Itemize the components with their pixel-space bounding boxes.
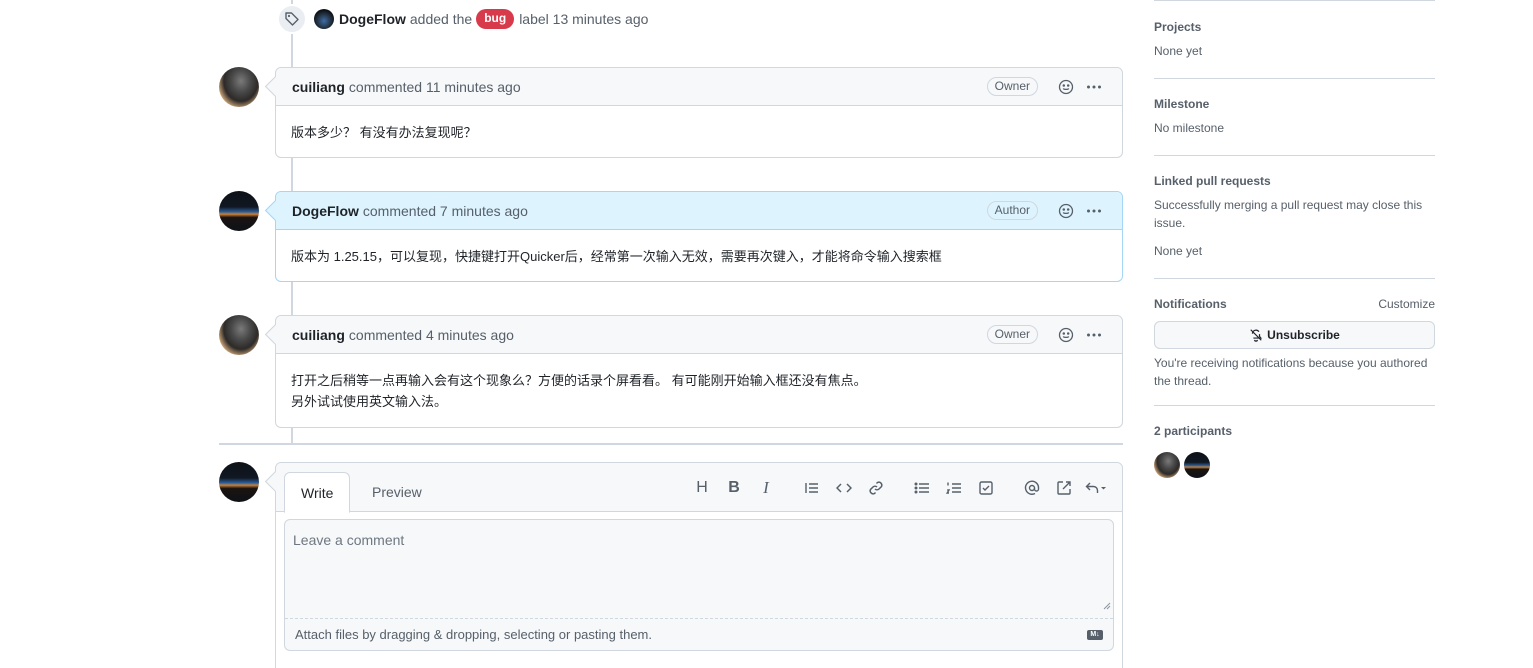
avatar-dogeflow[interactable] bbox=[219, 191, 259, 231]
avatar-cuiliang[interactable] bbox=[219, 315, 259, 355]
customize-link[interactable]: Customize bbox=[1378, 297, 1435, 311]
task-list-icon[interactable] bbox=[970, 476, 1002, 500]
sidebar-divider bbox=[1154, 405, 1435, 406]
quote-icon[interactable] bbox=[796, 476, 828, 500]
projects-title[interactable]: Projects bbox=[1154, 20, 1435, 34]
milestone-value: No milestone bbox=[1154, 121, 1225, 135]
linked-pr-description: Successfully merging a pull request may … bbox=[1154, 198, 1423, 230]
linked-pr-value: None yet bbox=[1154, 244, 1203, 258]
smiley-icon[interactable] bbox=[1054, 199, 1078, 223]
kebab-menu-icon[interactable] bbox=[1082, 323, 1106, 347]
textarea-divider bbox=[285, 618, 1113, 619]
comment-2: DogeFlow commented 7 minutes ago Author … bbox=[275, 191, 1123, 282]
markdown-toolbar: H B I bbox=[686, 476, 1112, 500]
editor-header: Write Preview H B I bbox=[276, 463, 1122, 513]
unsubscribe-label: Unsubscribe bbox=[1267, 328, 1340, 342]
avatar-cuiliang[interactable] bbox=[219, 67, 259, 107]
sidebar-divider bbox=[1154, 155, 1435, 156]
smiley-icon[interactable] bbox=[1054, 75, 1078, 99]
owner-badge: Owner bbox=[986, 325, 1038, 344]
event-post-text: label 13 minutes ago bbox=[519, 11, 649, 27]
comment-header: cuiliang commented 4 minutes ago Owner bbox=[276, 316, 1122, 354]
comment-paragraph: 打开之后稍等一点再输入会有这个现象么？方便的话录个屏看看。 有可能刚开始输入框还… bbox=[291, 373, 867, 388]
markdown-icon[interactable]: M↓ bbox=[1087, 630, 1103, 640]
unsubscribe-button[interactable]: Unsubscribe bbox=[1154, 321, 1435, 349]
comment-1: cuiliang commented 11 minutes ago Owner … bbox=[275, 67, 1123, 158]
heading-button[interactable]: H bbox=[686, 476, 718, 500]
milestone-section: Milestone No milestone bbox=[1154, 97, 1435, 137]
sidebar-divider bbox=[1154, 278, 1435, 279]
comment-timestamp[interactable]: commented 4 minutes ago bbox=[349, 327, 514, 343]
comment-paragraph: 版本为 1.25.15，可以复现，快捷键打开Quicker后，经常第一次输入无效… bbox=[291, 249, 942, 264]
sidebar-divider bbox=[1154, 78, 1435, 79]
mention-icon[interactable] bbox=[1016, 476, 1048, 500]
participants-section: 2 participants bbox=[1154, 424, 1435, 438]
event-author-link[interactable]: DogeFlow bbox=[339, 11, 406, 27]
comment-placeholder: Leave a comment bbox=[293, 532, 405, 548]
kebab-menu-icon[interactable] bbox=[1082, 199, 1106, 223]
author-badge: Author bbox=[986, 201, 1038, 220]
tab-write[interactable]: Write bbox=[284, 472, 351, 513]
resize-handle-icon[interactable] bbox=[1103, 602, 1111, 610]
comment-paragraph: 另外试试使用英文输入法。 bbox=[291, 394, 448, 409]
bug-label[interactable]: bug bbox=[476, 9, 515, 29]
comment-author[interactable]: cuiliang bbox=[292, 327, 345, 343]
linked-pr-title[interactable]: Linked pull requests bbox=[1154, 174, 1435, 188]
comment-body: 版本为 1.25.15，可以复现，快捷键打开Quicker后，经常第一次输入无效… bbox=[276, 230, 1122, 283]
participant-avatar-dogeflow[interactable] bbox=[1184, 452, 1210, 478]
tab-preview[interactable]: Preview bbox=[356, 472, 438, 512]
numbered-list-icon[interactable] bbox=[938, 476, 970, 500]
cross-reference-icon[interactable] bbox=[1048, 476, 1080, 500]
owner-badge: Owner bbox=[986, 77, 1038, 96]
tag-icon bbox=[277, 4, 307, 34]
projects-section: Projects None yet bbox=[1154, 20, 1435, 60]
comment-body: 版本多少？ 有没有办法复现呢？ bbox=[276, 106, 1122, 159]
event-pre-text: added the bbox=[409, 11, 473, 27]
current-user-avatar[interactable] bbox=[219, 462, 259, 502]
bell-slash-icon bbox=[1250, 329, 1263, 342]
comment-body: 打开之后稍等一点再输入会有这个现象么？方便的话录个屏看看。 有可能刚开始输入框还… bbox=[276, 354, 1122, 428]
participants-title: 2 participants bbox=[1154, 424, 1233, 438]
comment-timestamp[interactable]: commented 7 minutes ago bbox=[363, 203, 528, 219]
projects-value: None yet bbox=[1154, 44, 1203, 58]
sidebar-divider bbox=[1154, 0, 1435, 1]
notifications-description: You're receiving notifications because y… bbox=[1154, 356, 1428, 388]
milestone-title[interactable]: Milestone bbox=[1154, 97, 1435, 111]
participant-avatar-cuiliang[interactable] bbox=[1154, 452, 1180, 478]
notifications-section: Notifications Customize Unsubscribe You'… bbox=[1154, 297, 1435, 388]
comment-header: DogeFlow commented 7 minutes ago Author bbox=[276, 192, 1122, 230]
new-comment-editor: Write Preview H B I Leave a comment Atta… bbox=[275, 462, 1123, 668]
saved-replies-icon[interactable] bbox=[1080, 476, 1112, 500]
code-icon[interactable] bbox=[828, 476, 860, 500]
comment-paragraph: 版本多少？ 有没有办法复现呢？ bbox=[291, 125, 477, 140]
linked-pr-section: Linked pull requests Successfully mergin… bbox=[1154, 174, 1435, 260]
timeline-separator bbox=[219, 443, 1123, 445]
italic-button[interactable]: I bbox=[750, 476, 782, 500]
comment-author[interactable]: cuiliang bbox=[292, 79, 345, 95]
kebab-menu-icon[interactable] bbox=[1082, 75, 1106, 99]
event-author-avatar[interactable] bbox=[314, 9, 334, 29]
bold-button[interactable]: B bbox=[718, 476, 750, 500]
smiley-icon[interactable] bbox=[1054, 323, 1078, 347]
attach-files-hint[interactable]: Attach files by dragging & dropping, sel… bbox=[295, 627, 652, 642]
comment-timestamp[interactable]: commented 11 minutes ago bbox=[349, 79, 521, 95]
bullet-list-icon[interactable] bbox=[906, 476, 938, 500]
comment-header: cuiliang commented 11 minutes ago Owner bbox=[276, 68, 1122, 106]
label-event: DogeFlow added the bug label 13 minutes … bbox=[277, 4, 648, 34]
link-icon[interactable] bbox=[860, 476, 892, 500]
comment-textarea[interactable]: Leave a comment Attach files by dragging… bbox=[284, 519, 1114, 651]
comment-3: cuiliang commented 4 minutes ago Owner 打… bbox=[275, 315, 1123, 428]
comment-author[interactable]: DogeFlow bbox=[292, 203, 359, 219]
